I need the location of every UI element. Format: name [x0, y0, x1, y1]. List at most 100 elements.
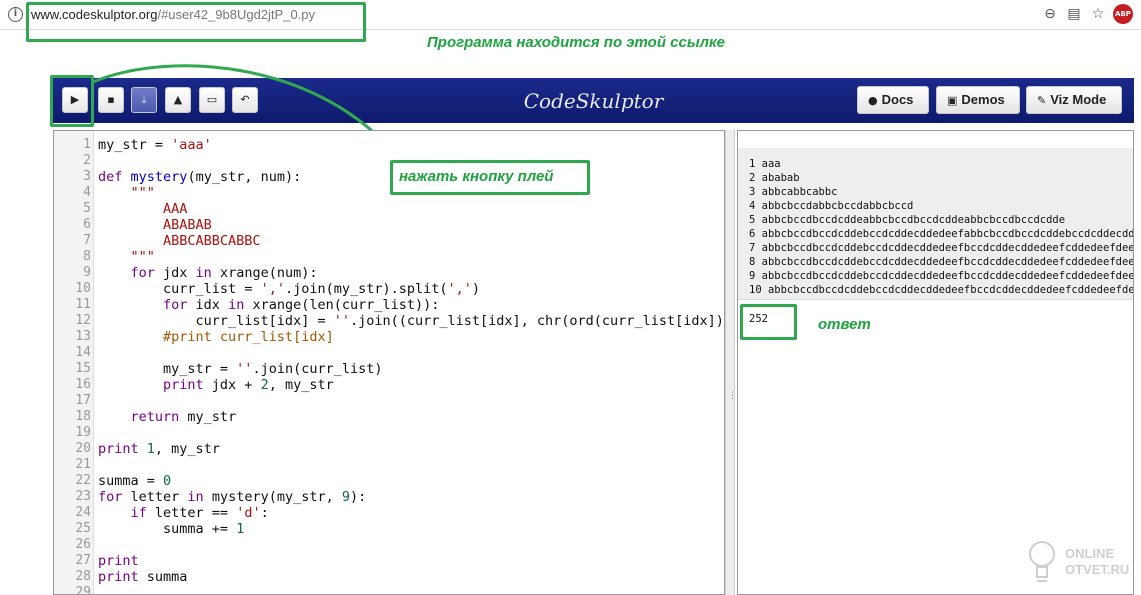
lightbulb-icon [1029, 541, 1055, 582]
code-line[interactable]: 1 my_str = 'aaa' [54, 137, 724, 153]
line-number: 6 [83, 217, 91, 232]
watermark-text: ONLINE OTVET.RU [1065, 546, 1129, 578]
line-number: 21 [75, 457, 91, 472]
line-number: 8 [83, 249, 91, 264]
line-number: 16 [75, 377, 91, 392]
code-line[interactable]: 5 AAA [54, 201, 724, 217]
code-line[interactable]: 15 my_str = ''.join(curr_list) [54, 361, 724, 377]
grip-icon: ⋮ [728, 391, 737, 401]
output-line: 10 abbcbccdbccdcddebccdcddecddedeefbccdc… [749, 284, 1134, 296]
code-text: def mystery(my_str, num): [98, 169, 302, 185]
code-text: print jdx + 2, my_str [163, 377, 334, 393]
line-number: 25 [75, 521, 91, 536]
output-line: 4 abbcbccdabbcbccdabbcbccd [749, 200, 914, 212]
code-line[interactable]: 13 #print curr_list[idx] [54, 329, 724, 345]
code-line[interactable]: 10 curr_list = ','.join(my_str).split(',… [54, 281, 724, 297]
code-text: """ [98, 185, 155, 201]
code-line[interactable]: 28 print summa [54, 569, 724, 585]
code-text: """ [98, 249, 155, 265]
line-number: 17 [75, 393, 91, 408]
line-number: 2 [83, 153, 91, 168]
code-text: print 1, my_str [98, 441, 220, 457]
code-line[interactable]: 11 for idx in xrange(len(curr_list)): [54, 297, 724, 313]
code-line[interactable]: 22 summa = 0 [54, 473, 724, 489]
code-line[interactable]: 20 print 1, my_str [54, 441, 724, 457]
line-number: 5 [83, 201, 91, 216]
line-number: 11 [75, 297, 91, 312]
demos-button[interactable]: ▣ Demos [936, 86, 1020, 114]
code-line[interactable]: 21 [54, 457, 724, 473]
code-text: summa += 1 [98, 521, 245, 537]
line-number: 19 [75, 425, 91, 440]
watermark-line1: ONLINE [1065, 546, 1115, 561]
star-icon[interactable]: ☆ [1089, 4, 1107, 24]
play-note: нажать кнопку плей [399, 168, 554, 185]
code-text: if letter == 'd': [130, 505, 269, 521]
line-number: 26 [75, 537, 91, 552]
code-line[interactable]: 26 [54, 537, 724, 553]
code-line[interactable]: 14 [54, 345, 724, 361]
adblock-icon[interactable]: ABP [1113, 4, 1133, 24]
panel-splitter[interactable]: ⋮ [725, 130, 737, 595]
line-number: 14 [75, 345, 91, 360]
code-text: for letter in mystery(my_str, 9): [98, 489, 367, 505]
viz-mode-button[interactable]: ✎ Viz Mode [1026, 86, 1122, 114]
code-line[interactable]: 18 return my_str [54, 409, 724, 425]
watermark-line2: OTVET.RU [1065, 562, 1130, 577]
line-number: 12 [75, 313, 91, 328]
line-number: 13 [75, 329, 91, 344]
code-text: print summa [98, 569, 188, 585]
line-number: 9 [83, 265, 91, 280]
code-text: my_str = ''.join(curr_list) [98, 361, 383, 377]
code-text: my_str = 'aaa' [98, 137, 212, 153]
code-line[interactable]: 16 print jdx + 2, my_str [54, 377, 724, 393]
code-text: ABABAB [98, 217, 212, 233]
code-line[interactable]: 17 [54, 393, 724, 409]
line-number: 10 [75, 281, 91, 296]
code-text: curr_list = ','.join(my_str).split(',') [98, 281, 481, 297]
code-line[interactable]: 8 """ [54, 249, 724, 265]
watermark: ONLINE OTVET.RU [1027, 538, 1137, 590]
answer-note: ответ [818, 316, 871, 333]
info-icon[interactable]: i [8, 7, 23, 22]
code-line[interactable]: 7 ABBCABBCABBC [54, 233, 724, 249]
line-number: 27 [75, 553, 91, 568]
link-note: Программа находится по этой ссылке [427, 34, 725, 51]
code-line[interactable]: 25 summa += 1 [54, 521, 724, 537]
line-number: 15 [75, 361, 91, 376]
code-line[interactable]: 23 for letter in mystery(my_str, 9): [54, 489, 724, 505]
line-number: 24 [75, 505, 91, 520]
code-text: for idx in xrange(len(curr_list)): [163, 297, 440, 313]
code-text: #print curr_list[idx] [98, 329, 334, 345]
code-editor[interactable]: 1 my_str = 'aaa' 2 3 def mystery(my_str, num… [53, 130, 725, 595]
output-line: 9 abbcbccdbccdcddebccdcddecddedeefbccdcd… [749, 270, 1134, 282]
wrench-icon: ✎ [1037, 94, 1047, 107]
output-line: 1 aaa [749, 158, 781, 170]
output-line: 3 abbcabbcabbc [749, 186, 838, 198]
play-highlight-box [50, 75, 94, 127]
output-line: 7 abbcbccdbccdcddebccdcddecddedeefbccdcd… [749, 242, 1134, 254]
code-line[interactable]: 29 [54, 585, 724, 594]
line-number: 7 [83, 233, 91, 248]
code-line[interactable]: 12 curr_list[idx] = ''.join((curr_list[i… [54, 313, 724, 329]
code-text: curr_list[idx] = ''.join((curr_list[idx]… [98, 313, 724, 329]
zoom-icon[interactable]: ⊖ [1041, 4, 1059, 24]
code-text: summa = 0 [98, 473, 172, 489]
output-line: 6 abbcbccdbccdcddebccdcddecddedeefabbcbc… [749, 228, 1134, 240]
output-line: 8 abbcbccdbccdcddebccdcddecddedeefbccdcd… [749, 256, 1134, 268]
docs-button[interactable]: ● Docs [857, 86, 929, 114]
code-text: AAA [98, 201, 188, 217]
output-console: 1 aaa 2 ababab 3 abbcabbcabbc 4 abbcbccdabb… [737, 130, 1134, 595]
code-text: print [98, 553, 139, 569]
code-line[interactable]: 24 if letter == 'd': [54, 505, 724, 521]
output-block: 1 aaa 2 ababab 3 abbcabbcabbc 4 abbcbccdabb… [738, 148, 1133, 300]
code-line[interactable]: 27 print [54, 553, 724, 569]
translate-icon[interactable]: ▤ [1065, 4, 1083, 24]
docs-label: Docs [881, 92, 914, 107]
code-line[interactable]: 19 [54, 425, 724, 441]
line-number: 3 [83, 169, 91, 184]
code-line[interactable]: 6 ABABAB [54, 217, 724, 233]
code-line[interactable]: 9 for jdx in xrange(num): [54, 265, 724, 281]
code-text: for jdx in xrange(num): [130, 265, 318, 281]
line-number: 4 [83, 185, 91, 200]
